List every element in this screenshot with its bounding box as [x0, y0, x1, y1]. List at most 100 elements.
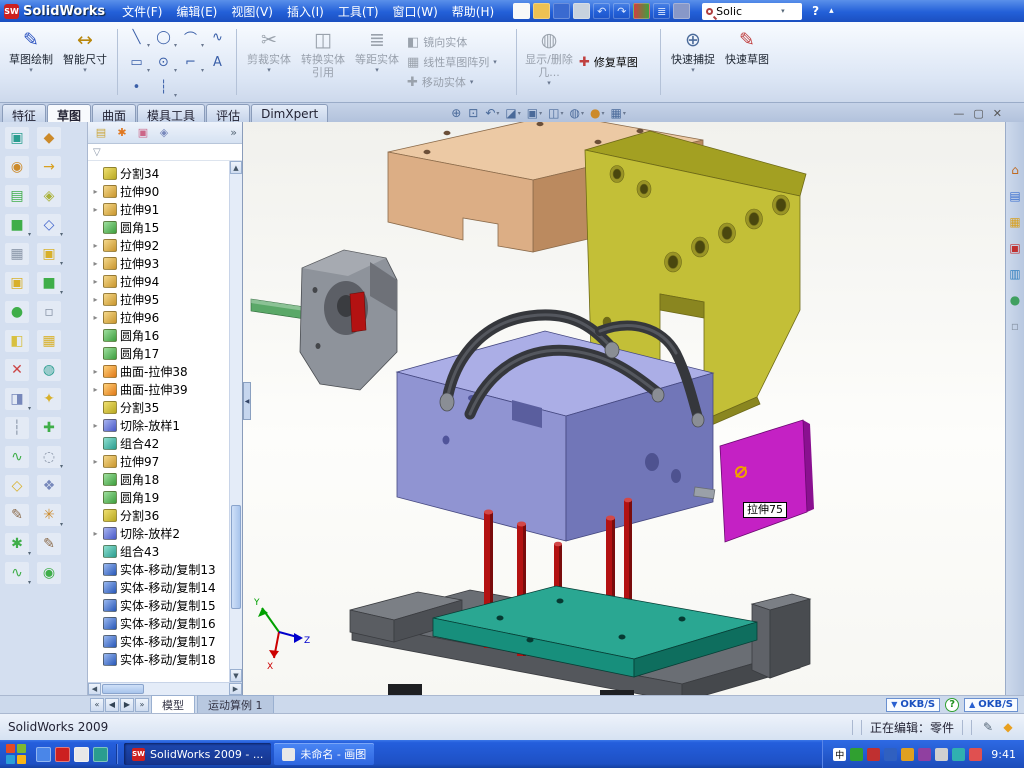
featuremanager-tab-icon[interactable]: ▤: [93, 125, 109, 140]
undo-icon[interactable]: ↶: [593, 3, 610, 19]
left-tool-icon[interactable]: ✦: [37, 388, 61, 410]
feature-tree-item[interactable]: 圆角15: [88, 218, 229, 236]
tab-motion-study[interactable]: 运动算例 1: [197, 695, 274, 714]
menu-file[interactable]: 文件(F): [115, 1, 169, 22]
left-tool-icon[interactable]: ┆: [5, 417, 29, 439]
feature-tree-item[interactable]: 实体-移动/复制18: [88, 650, 229, 668]
line-tool[interactable]: ╲ ▾: [123, 25, 150, 50]
search-input[interactable]: [716, 5, 778, 18]
menu-edit[interactable]: 编辑(E): [169, 1, 224, 22]
feature-tree-item[interactable]: 实体-移动/复制13: [88, 560, 229, 578]
left-tool-icon[interactable]: ❖: [37, 475, 61, 497]
feature-tree-item[interactable]: 实体-移动/复制16: [88, 614, 229, 632]
left-tool-icon[interactable]: ■ ▾: [5, 214, 29, 236]
cavity-block[interactable]: [300, 250, 397, 390]
feature-tree-item[interactable]: ▸ 切除-放样1: [88, 416, 229, 434]
circle-tool[interactable]: ◯ ▾: [150, 25, 177, 50]
feature-tree-item[interactable]: 圆角17: [88, 344, 229, 362]
tab-dimxpert[interactable]: DimXpert: [251, 104, 328, 122]
left-tool-icon[interactable]: ✚: [37, 417, 61, 439]
left-tool-icon[interactable]: ◉: [37, 562, 61, 584]
expand-arrow-icon[interactable]: ▸: [91, 187, 100, 196]
move-entities-button[interactable]: ✚ 移动实体 ▾: [407, 74, 511, 90]
zoom-area-icon[interactable]: ⊡: [466, 105, 481, 121]
repair-sketch-button[interactable]: ✚ 修复草图: [579, 54, 655, 70]
scroll-right-icon[interactable]: ▶: [229, 683, 242, 695]
left-tool-icon[interactable]: ∿ ▾: [5, 562, 29, 584]
quicklaunch-icon-3[interactable]: [74, 747, 89, 762]
menu-window[interactable]: 窗口(W): [386, 1, 445, 22]
solidworks-quicklaunch-icon[interactable]: [55, 747, 70, 762]
feature-tree-item[interactable]: 组合42: [88, 434, 229, 452]
section-view-icon[interactable]: ◪ ▾: [503, 105, 522, 121]
left-tool-icon[interactable]: ◇: [5, 475, 29, 497]
left-tool-icon[interactable]: ▫: [37, 301, 61, 323]
appearance-icon[interactable]: ● ▾: [588, 105, 607, 121]
magenta-block[interactable]: [720, 420, 814, 542]
left-tool-icon[interactable]: ✱ ▾: [5, 533, 29, 555]
feature-tree-item[interactable]: ▸ 切除-放样2: [88, 524, 229, 542]
scroll-left-icon[interactable]: ◀: [88, 683, 101, 695]
upload-speed-box[interactable]: ▲ OKB/S: [964, 698, 1018, 712]
save-icon[interactable]: [553, 3, 570, 19]
rapid-sketch-button[interactable]: ✎ 快速草图: [720, 25, 774, 99]
redo-icon[interactable]: ↷: [613, 3, 630, 19]
feature-tree-item[interactable]: ▸ 拉伸93: [88, 254, 229, 272]
panel-splitter-collapse[interactable]: ◀: [243, 382, 251, 420]
feature-tree-item[interactable]: 实体-移动/复制17: [88, 632, 229, 650]
expand-arrow-icon[interactable]: ▸: [91, 295, 100, 304]
appearance-icon[interactable]: [673, 3, 690, 19]
tree-filter-bar[interactable]: ▽: [88, 144, 242, 161]
feature-tree-item[interactable]: 圆角16: [88, 326, 229, 344]
centerline-tool[interactable]: ┆ ▾: [150, 75, 177, 100]
left-tool-icon[interactable]: ▦: [37, 330, 61, 352]
sketch-fillet-tool[interactable]: ⌐ ▾: [177, 50, 204, 75]
text-tool[interactable]: A: [204, 50, 231, 75]
tree-vertical-scrollbar[interactable]: ▲ ▼: [229, 161, 242, 682]
quick-snaps-button[interactable]: ⊕ 快速捕捉 ▾: [666, 25, 720, 99]
close-button[interactable]: ✕: [993, 107, 1002, 120]
left-tool-icon[interactable]: ▤: [5, 185, 29, 207]
left-tool-icon[interactable]: ◈: [37, 185, 61, 207]
tray-icon-2[interactable]: [850, 748, 863, 761]
arc-tool[interactable]: ⌒ ▾: [177, 25, 204, 50]
print-icon[interactable]: [573, 3, 590, 19]
task-solidworks[interactable]: SW SolidWorks 2009 - ...: [124, 743, 271, 765]
tab-nav-icon[interactable]: ◀: [105, 698, 119, 712]
expand-arrow-icon[interactable]: ▸: [91, 385, 100, 394]
left-tool-icon[interactable]: ✎: [37, 533, 61, 555]
minimize-button[interactable]: —: [953, 107, 964, 120]
feature-tree-item[interactable]: ▸ 拉伸94: [88, 272, 229, 290]
expand-arrow-icon[interactable]: ▸: [91, 241, 100, 250]
scroll-up-icon[interactable]: ▲: [230, 161, 242, 174]
note-icon[interactable]: ✎: [980, 719, 996, 735]
left-tool-icon[interactable]: ▦: [5, 243, 29, 265]
rebuild-icon[interactable]: [633, 3, 650, 19]
quicklaunch-icon-4[interactable]: [93, 747, 108, 762]
tray-icon-3[interactable]: [867, 748, 880, 761]
left-tool-icon[interactable]: ∿: [5, 446, 29, 468]
feature-tree-item[interactable]: 实体-移动/复制14: [88, 578, 229, 596]
tab-nav-icon[interactable]: ▶: [120, 698, 134, 712]
start-button[interactable]: [4, 742, 28, 766]
download-speed-box[interactable]: ▼ OKB/S: [886, 698, 940, 712]
task-paint[interactable]: 未命名 - 画图: [274, 743, 374, 765]
feature-tree-item[interactable]: ▸ 拉伸96: [88, 308, 229, 326]
help-bubble-icon[interactable]: ?: [945, 698, 959, 712]
view-palette-icon[interactable]: ▣: [1007, 240, 1023, 256]
expand-arrow-icon[interactable]: ▸: [91, 367, 100, 376]
tab-surfaces[interactable]: 曲面: [92, 104, 136, 122]
search-dropdown-icon[interactable]: ▾: [781, 7, 785, 15]
expand-arrow-icon[interactable]: ▸: [91, 277, 100, 286]
tab-nav-icon[interactable]: «: [90, 698, 104, 712]
left-tool-icon[interactable]: ◧: [5, 330, 29, 352]
feature-tree-item[interactable]: 分割35: [88, 398, 229, 416]
feature-tree-item[interactable]: 分割36: [88, 506, 229, 524]
left-tool-icon[interactable]: ◉: [5, 156, 29, 178]
feature-tree-item[interactable]: 圆角19: [88, 488, 229, 506]
expand-arrow-icon[interactable]: ▸: [91, 313, 100, 322]
tab-nav-icon[interactable]: »: [135, 698, 149, 712]
left-tool-icon[interactable]: ✕: [5, 359, 29, 381]
tab-model[interactable]: 模型: [151, 695, 195, 714]
expand-arrow-icon[interactable]: ▸: [91, 421, 100, 430]
